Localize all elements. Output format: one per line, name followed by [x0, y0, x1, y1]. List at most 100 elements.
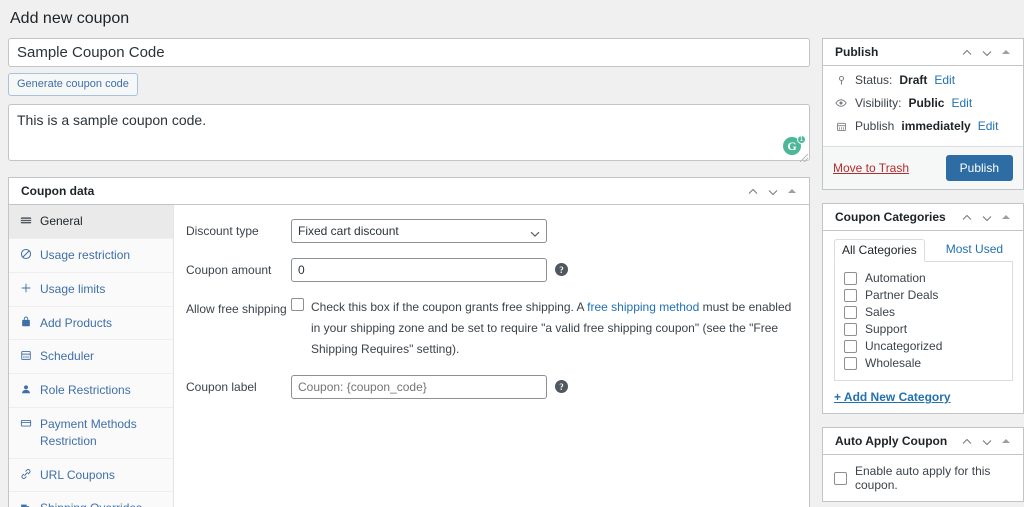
schedule-edit-link[interactable]: Edit: [978, 119, 999, 133]
move-down-icon[interactable]: [977, 43, 995, 61]
move-up-icon[interactable]: [957, 43, 975, 61]
panel-controls: [743, 182, 801, 200]
collapse-toggle-icon[interactable]: [997, 208, 1015, 226]
publish-header: Publish: [823, 39, 1023, 67]
eye-icon: [834, 97, 848, 109]
tab-label: Shipping Overrides: [40, 500, 142, 507]
tab-role-restrictions[interactable]: Role Restrictions: [9, 374, 173, 409]
tab-payment-methods-restriction[interactable]: Payment Methods Restriction: [9, 408, 173, 459]
tab-most-used[interactable]: Most Used: [939, 239, 1010, 261]
move-up-icon[interactable]: [957, 208, 975, 226]
publish-status-row: Status: Draft Edit: [834, 73, 1013, 87]
textarea-resize-handle[interactable]: [800, 154, 808, 163]
category-checkbox[interactable]: [844, 272, 857, 286]
category-item[interactable]: Uncategorized: [844, 338, 1003, 355]
auto-apply-coupon-panel: Auto Apply Coupon Enable auto apply for …: [822, 427, 1024, 503]
free-shipping-checkbox[interactable]: [291, 298, 304, 312]
tab-label: URL Coupons: [40, 467, 115, 482]
publish-rows: Status: Draft Edit Visibility: Public Ed…: [823, 66, 1023, 146]
coupon-data-header: Coupon data: [9, 178, 809, 206]
coupon-label-row: Coupon label ?: [186, 375, 795, 400]
coupon-description-textarea[interactable]: [8, 104, 810, 162]
free-shipping-label: Allow free shipping: [186, 302, 287, 317]
auto-apply-label: Enable auto apply for this coupon.: [855, 464, 991, 493]
category-list: Automation Partner Deals Sales Support U…: [834, 261, 1013, 382]
calendar-icon: [834, 121, 848, 132]
content-columns: Generate coupon code G 1 Coupon data: [8, 38, 1024, 507]
coupon-data-panel: Coupon data General Usage restriction Us…: [8, 177, 810, 507]
collapse-toggle-icon[interactable]: [783, 182, 801, 200]
tab-all-categories[interactable]: All Categories: [834, 239, 925, 263]
discount-type-control: Fixed cart discount: [291, 219, 795, 244]
category-checkbox[interactable]: [844, 289, 857, 303]
auto-apply-checkbox[interactable]: [834, 472, 847, 486]
general-tab-panel: Discount type Fixed cart discount Coupon…: [174, 205, 809, 507]
auto-apply-body: Enable auto apply for this coupon.: [823, 455, 1023, 501]
admin-page: Add new coupon Generate coupon code G 1 …: [0, 0, 1024, 507]
move-up-icon[interactable]: [743, 182, 761, 200]
category-label: Sales: [865, 305, 896, 320]
help-icon[interactable]: ?: [555, 263, 568, 277]
auto-apply-row[interactable]: Enable auto apply for this coupon.: [834, 464, 1012, 492]
coupon-code-input[interactable]: [8, 38, 810, 68]
page-title: Add new coupon: [10, 10, 130, 27]
category-checkbox[interactable]: [844, 306, 857, 320]
move-to-trash-link[interactable]: Move to Trash: [833, 161, 909, 175]
category-label: Uncategorized: [865, 339, 943, 354]
visibility-edit-link[interactable]: Edit: [951, 96, 972, 110]
coupon-categories-panel: Coupon Categories All Categories Most Us…: [822, 203, 1024, 415]
calendar-icon: [19, 349, 32, 361]
move-up-icon[interactable]: [957, 432, 975, 450]
category-item[interactable]: Wholesale: [844, 355, 1003, 372]
coupon-label-input[interactable]: [291, 375, 547, 400]
user-icon: [19, 383, 32, 395]
category-checkbox[interactable]: [844, 323, 857, 337]
link-icon: [19, 468, 32, 480]
category-item[interactable]: Sales: [844, 304, 1003, 321]
collapse-toggle-icon[interactable]: [997, 432, 1015, 450]
tab-shipping-overrides[interactable]: Shipping Overrides: [9, 492, 173, 507]
tab-label: Usage limits: [40, 281, 106, 296]
tab-general[interactable]: General: [9, 205, 173, 240]
category-label: Automation: [865, 271, 926, 286]
add-new-category-link[interactable]: + Add New Category: [834, 390, 1013, 404]
collapse-toggle-icon[interactable]: [997, 43, 1015, 61]
panel-controls: [957, 208, 1015, 226]
discount-type-select[interactable]: Fixed cart discount: [291, 219, 547, 244]
auto-apply-header: Auto Apply Coupon: [823, 428, 1023, 456]
free-shipping-method-link[interactable]: free shipping method: [587, 300, 699, 314]
coupon-amount-control: ?: [291, 258, 795, 283]
help-icon[interactable]: ?: [555, 380, 568, 394]
schedule-value: immediately: [901, 119, 971, 134]
coupon-data-tab-list: General Usage restriction Usage limits A…: [9, 205, 174, 507]
category-item[interactable]: Support: [844, 321, 1003, 338]
tab-url-coupons[interactable]: URL Coupons: [9, 459, 173, 493]
publish-footer: Move to Trash Publish: [823, 146, 1023, 190]
category-item[interactable]: Automation: [844, 270, 1003, 287]
tab-scheduler[interactable]: Scheduler: [9, 340, 173, 375]
tab-label: Scheduler: [40, 349, 95, 364]
free-shipping-description: Check this box if the coupon grants free…: [311, 297, 795, 360]
publish-visibility-row: Visibility: Public Edit: [834, 96, 1013, 110]
tab-add-products[interactable]: Add Products: [9, 307, 173, 341]
tab-usage-restriction[interactable]: Usage restriction: [9, 239, 173, 273]
coupon-amount-label: Coupon amount: [186, 263, 272, 278]
generate-coupon-code-button[interactable]: Generate coupon code: [8, 73, 138, 97]
plus-cross-icon: [19, 282, 32, 294]
publish-button[interactable]: Publish: [945, 155, 1013, 182]
discount-type-label: Discount type: [186, 224, 259, 239]
category-item[interactable]: Partner Deals: [844, 287, 1003, 304]
category-checkbox[interactable]: [844, 340, 857, 354]
coupon-categories-header: Coupon Categories: [823, 204, 1023, 232]
move-down-icon[interactable]: [763, 182, 781, 200]
tab-label: Add Products: [40, 315, 113, 330]
category-checkbox[interactable]: [844, 357, 857, 371]
move-down-icon[interactable]: [977, 432, 995, 450]
truck-icon: [19, 501, 32, 507]
coupon-amount-input[interactable]: [291, 258, 547, 283]
tab-usage-limits[interactable]: Usage limits: [9, 273, 173, 307]
side-column: Publish Status: Draft Edit Visibility: P…: [822, 38, 1024, 507]
publish-schedule-row: Publish immediately Edit: [834, 119, 1013, 133]
move-down-icon[interactable]: [977, 208, 995, 226]
status-edit-link[interactable]: Edit: [934, 73, 955, 87]
